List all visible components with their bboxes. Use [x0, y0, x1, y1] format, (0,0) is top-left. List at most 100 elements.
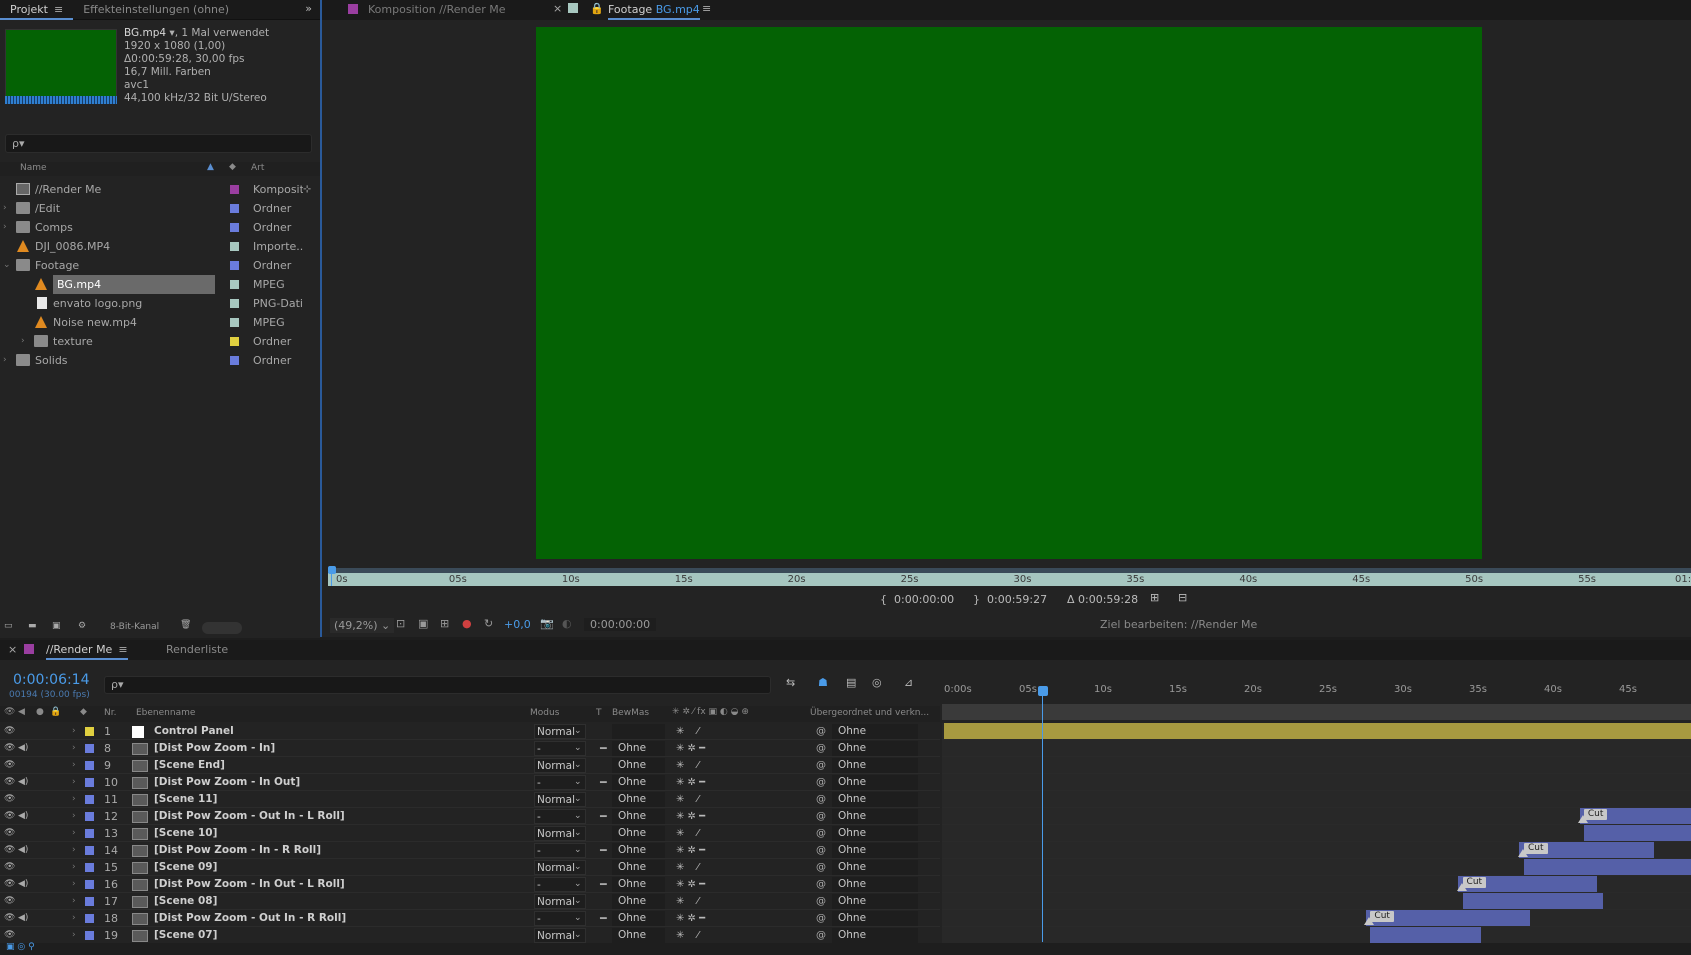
label-color-swatch[interactable] [230, 337, 239, 346]
parent-dropdown[interactable]: Ohne [832, 860, 918, 875]
new-folder-icon[interactable]: ▬ [28, 621, 37, 631]
lock-icon[interactable]: 🔒 [50, 707, 61, 717]
flowchart-icon[interactable]: ⊹ [303, 180, 311, 199]
label-color-swatch[interactable] [230, 242, 239, 251]
tab-effect-controls[interactable]: Effekteinstellungen (ohne) [73, 0, 239, 20]
tab-composition[interactable]: Komposition //Render Me [368, 3, 506, 16]
pick-whip-icon[interactable]: @ [816, 859, 826, 876]
layer-name[interactable]: [Scene 10] [154, 825, 217, 842]
label-color-swatch[interactable] [85, 761, 94, 770]
preserve-transparency-toggle[interactable]: ━ [600, 740, 607, 757]
layer-switches[interactable]: ✳ ⁄ [676, 757, 699, 774]
label-tag-icon[interactable]: ◆ [229, 162, 236, 172]
layer-row[interactable]: 👁 › 15 [Scene 09] Normal ⌄ Ohne ✳ ⁄ @ Ohne [0, 859, 940, 876]
layer-switches[interactable]: ✳ ⁄ [676, 825, 699, 842]
layer-switches[interactable]: ✳ ⁄ [676, 927, 699, 944]
speaker-icon[interactable]: ◀) [18, 774, 28, 791]
layer-switches[interactable]: ✳ ⁄ [676, 723, 699, 740]
footage-time-ruler[interactable]: 0s 05s 10s 15s 20s 25s 30s 35s 40s 45s 50s 55s 01:0 [328, 568, 1691, 586]
expand-arrow-icon[interactable]: › [72, 876, 76, 893]
parent-dropdown[interactable]: Ohne [832, 809, 918, 824]
layer-row[interactable]: 👁 ◀) › 12 [Dist Pow Zoom - Out In - L Roll] -… [0, 808, 940, 825]
expand-arrow-icon[interactable]: › [72, 893, 76, 910]
pick-whip-icon[interactable]: @ [816, 723, 826, 740]
pick-whip-icon[interactable]: @ [816, 825, 826, 842]
layer-row[interactable]: 👁 › 1 Control Panel Normal ⌄ ✳ ⁄ @ Ohne [0, 723, 940, 740]
label-tag-icon[interactable]: ◆ [80, 707, 87, 717]
expand-arrow-icon[interactable]: › [72, 808, 76, 825]
layer-row[interactable]: 👁 › 11 [Scene 11] Normal ⌄ Ohne ✳ ⁄ @ Ohne [0, 791, 940, 808]
graph-editor-icon[interactable]: ⊿ [904, 676, 913, 689]
project-item[interactable]: //Render Me Komposit ⊹ [0, 180, 320, 199]
motion-blur-icon[interactable]: ◎ [872, 676, 882, 689]
speaker-icon[interactable]: ◀) [18, 910, 28, 927]
track-matte-dropdown[interactable]: Ohne [612, 928, 665, 943]
eye-icon[interactable]: 👁 [4, 842, 15, 859]
layer-switches[interactable]: ✳ ✲ ━ [676, 808, 705, 825]
lock-icon[interactable]: 🔒 [590, 2, 604, 15]
track-matte-dropdown[interactable]: Ohne [612, 792, 665, 807]
label-color-swatch[interactable] [85, 812, 94, 821]
layer-name[interactable]: [Scene End] [154, 757, 225, 774]
track-matte-dropdown[interactable]: Ohne [612, 809, 665, 824]
overlay-edit-icon[interactable]: ⊟ [1178, 591, 1187, 604]
audio-toggle-icon[interactable]: ◀ [18, 707, 25, 717]
pick-whip-icon[interactable]: @ [816, 808, 826, 825]
expand-arrow-icon[interactable]: › [72, 774, 76, 791]
pick-whip-icon[interactable]: @ [816, 791, 826, 808]
pick-whip-icon[interactable]: @ [816, 893, 826, 910]
label-color-swatch[interactable] [85, 863, 94, 872]
track-matte-dropdown[interactable]: Ohne [612, 877, 665, 892]
timeline-ruler[interactable]: 0:00s 05s 10s 15s 20s 25s 30s 35s 40s 45s [942, 680, 1691, 704]
panel-overflow-icon[interactable]: » [305, 2, 312, 15]
tab-project[interactable]: Projekt ≡ [0, 0, 74, 20]
eye-icon[interactable]: 👁 [4, 910, 15, 927]
preserve-transparency-toggle[interactable]: ━ [600, 910, 607, 927]
layer-name[interactable]: [Dist Pow Zoom - In Out - L Roll] [154, 876, 345, 893]
cut-marker[interactable]: Cut [1578, 809, 1608, 823]
interpret-footage-icon[interactable]: ▭ [4, 621, 13, 631]
column-nr[interactable]: Nr. [104, 708, 116, 718]
label-color-swatch[interactable] [230, 280, 239, 289]
expand-arrow-icon[interactable]: › [72, 859, 76, 876]
expand-arrow-icon[interactable]: › [72, 757, 76, 774]
parent-dropdown[interactable]: Ohne [832, 911, 918, 926]
eye-icon[interactable]: 👁 [4, 723, 15, 740]
safe-margins-icon[interactable]: ▣ [418, 617, 428, 630]
column-mode[interactable]: Modus [530, 708, 559, 718]
sort-ascending-icon[interactable]: ▲ [207, 162, 214, 172]
column-t[interactable]: T [596, 708, 602, 718]
preserve-transparency-toggle[interactable]: ━ [600, 842, 607, 859]
project-item[interactable]: Noise new.mp4 MPEG [0, 313, 320, 332]
project-search-input[interactable]: ρ▾ [5, 134, 312, 153]
layer-search-input[interactable]: ρ▾ [104, 676, 771, 694]
disclosure-arrow-icon[interactable]: › [3, 218, 7, 237]
label-color-swatch[interactable] [85, 897, 94, 906]
track-matte-dropdown[interactable]: Ohne [612, 911, 665, 926]
project-item[interactable]: › Solids Ordner [0, 351, 320, 370]
disclosure-arrow-icon[interactable]: ⌄ [3, 256, 11, 275]
timecode-display[interactable]: 0:00:06:14 [13, 672, 90, 688]
track-matte-dropdown[interactable]: Ohne [612, 860, 665, 875]
layer-row[interactable]: 👁 › 13 [Scene 10] Normal ⌄ Ohne ✳ ⁄ @ Ohne [0, 825, 940, 842]
cut-marker[interactable]: Cut [1518, 843, 1548, 857]
label-color-swatch[interactable] [230, 318, 239, 327]
column-layer-name[interactable]: Ebenenname [136, 708, 195, 718]
track-matte-dropdown[interactable]: Ohne [612, 826, 665, 841]
channels-icon[interactable]: ● [462, 617, 472, 630]
expand-arrow-icon[interactable]: › [72, 825, 76, 842]
column-type[interactable]: Art [251, 163, 264, 173]
preserve-transparency-toggle[interactable]: ━ [600, 808, 607, 825]
parent-dropdown[interactable]: Ohne [832, 758, 918, 773]
label-color-swatch[interactable] [85, 880, 94, 889]
label-color-swatch[interactable] [85, 914, 94, 923]
speaker-icon[interactable]: ◀) [18, 740, 28, 757]
layer-row[interactable]: 👁 › 17 [Scene 08] Normal ⌄ Ohne ✳ ⁄ @ Ohne [0, 893, 940, 910]
layer-row[interactable]: 👁 › 19 [Scene 07] Normal ⌄ Ohne ✳ ⁄ @ Ohne [0, 927, 940, 944]
shy-layers-icon[interactable]: ☗ [818, 676, 828, 689]
layer-name[interactable]: [Dist Pow Zoom - In - R Roll] [154, 842, 321, 859]
label-color-swatch[interactable] [85, 727, 94, 736]
layer-duration-bar[interactable] [1583, 825, 1691, 841]
layer-row[interactable]: 👁 ◀) › 14 [Dist Pow Zoom - In - R Roll] - ⌄ ━ Oh… [0, 842, 940, 859]
cut-marker[interactable]: Cut [1456, 877, 1487, 891]
